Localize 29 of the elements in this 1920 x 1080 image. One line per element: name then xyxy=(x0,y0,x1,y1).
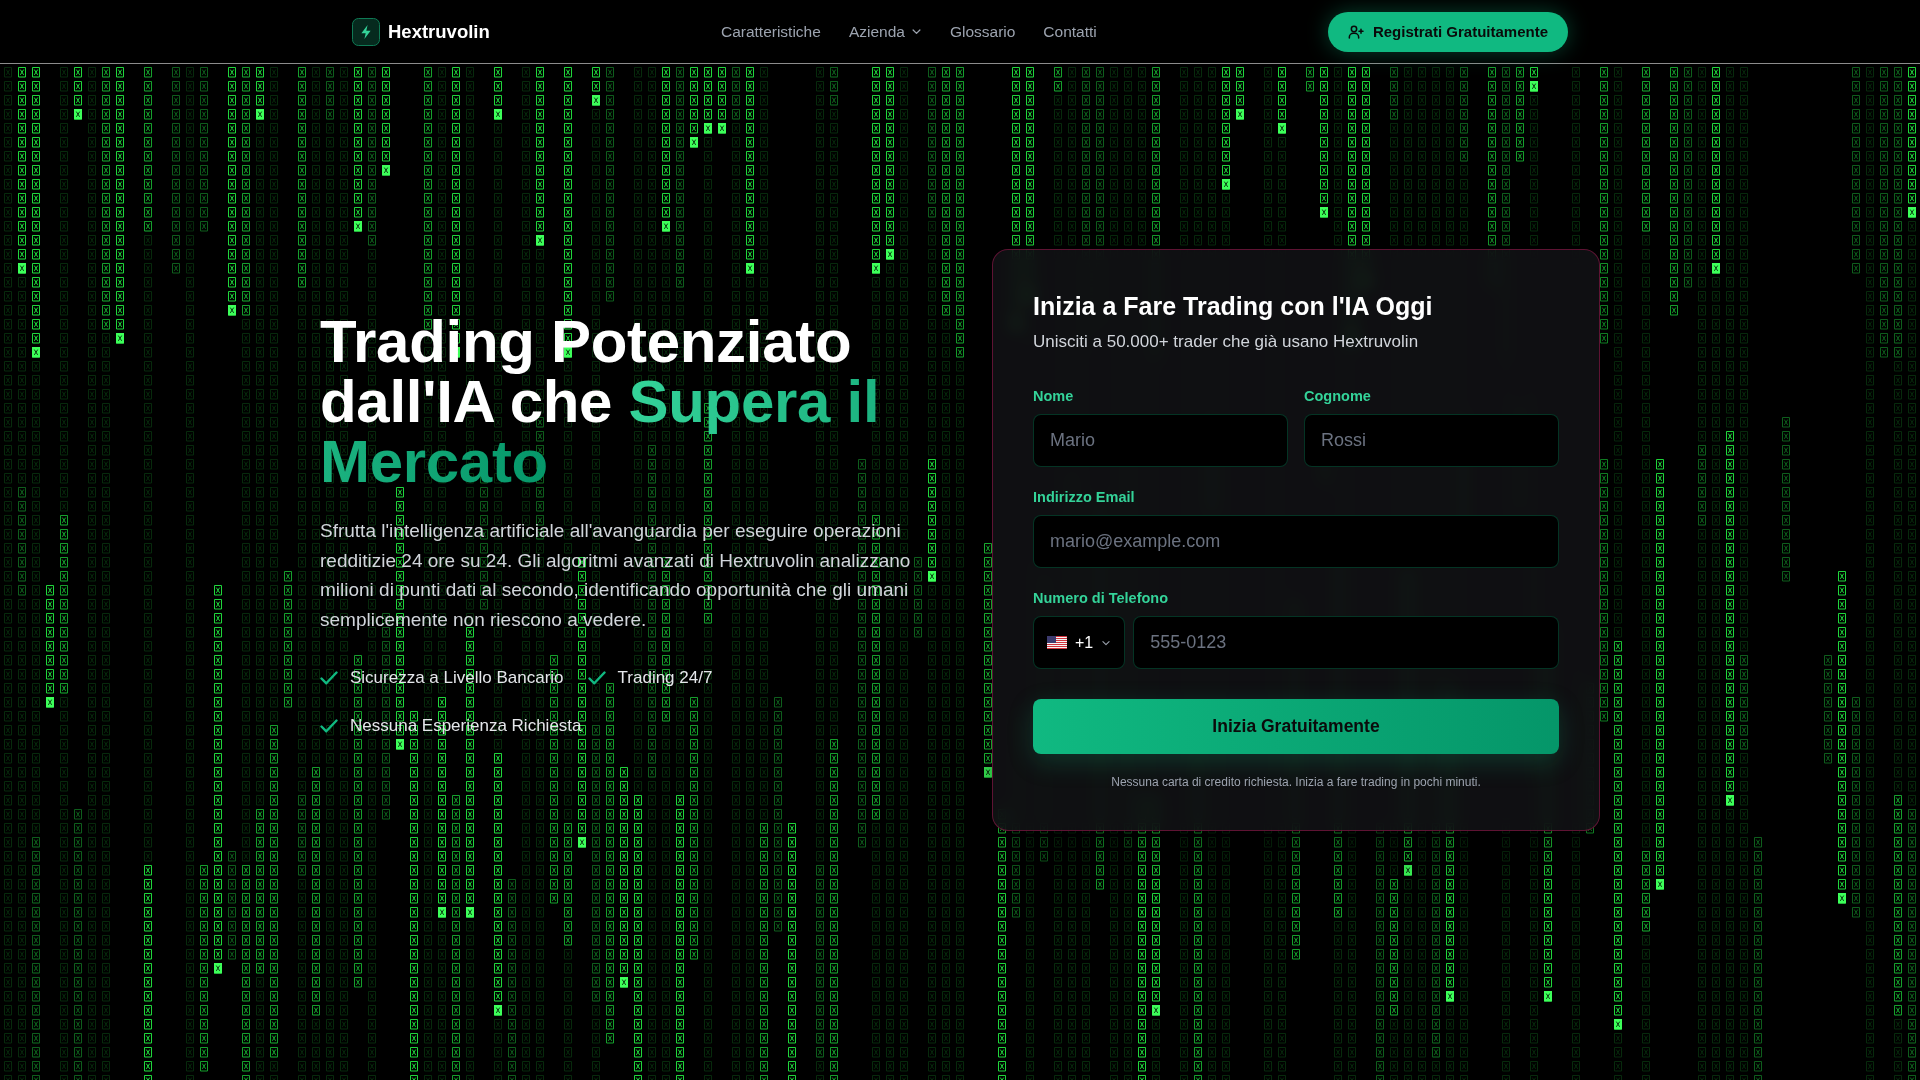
field-label: Indirizzo Email xyxy=(1033,488,1135,507)
submit-button[interactable]: Inizia Gratuitamente xyxy=(1033,699,1559,754)
nav-link[interactable]: Contatti xyxy=(1043,22,1097,41)
country-code-select[interactable]: +1 xyxy=(1033,616,1126,669)
feature-text: Nessuna Esperienza Richiesta xyxy=(350,716,582,736)
us-flag-icon xyxy=(1047,636,1067,649)
feature-text: Trading 24/7 xyxy=(617,668,713,688)
field-label: Nome xyxy=(1033,387,1074,406)
nav-link[interactable]: Azienda xyxy=(848,22,922,41)
nav-link[interactable]: Glossario xyxy=(949,22,1016,41)
field-label: Numero di Telefono xyxy=(1033,589,1169,608)
phone-input[interactable]: 555-0123 xyxy=(1133,616,1559,669)
nav-link[interactable]: Caratteristiche xyxy=(720,22,821,41)
check-icon xyxy=(320,717,338,735)
field-label: Cognome xyxy=(1304,387,1371,406)
brand-name: Hextruvolin xyxy=(388,20,490,43)
register-button[interactable]: Registrati Gratuitamente xyxy=(1327,11,1568,52)
form-subtitle: Unisciti a 50.000+ trader che già usano Hextruvolin xyxy=(1033,331,1419,353)
check-icon xyxy=(587,669,606,687)
email-input[interactable]: mario@example.com xyxy=(1033,515,1559,568)
form-title: Inizia a Fare Trading con l'IA Oggi xyxy=(1033,291,1433,322)
check-icon xyxy=(320,669,338,687)
form-note: Nessuna carta di credito richiesta. Inizia a fare trading in pochi minuti. xyxy=(1111,774,1481,790)
text-input[interactable]: Mario xyxy=(1033,414,1288,467)
text-input[interactable]: Rossi xyxy=(1304,414,1559,467)
feature-text: Sicurezza a Livello Bancario xyxy=(350,668,564,688)
lightning-logo-icon xyxy=(352,17,380,46)
chevron-down-icon xyxy=(910,26,922,37)
user-plus-icon xyxy=(1347,23,1364,40)
